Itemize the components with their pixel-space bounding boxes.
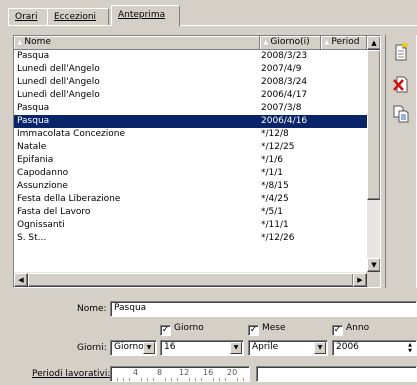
table-header: ▲ Nome ▲ Giorno(i) ▲ Period (14, 36, 367, 50)
vertical-scrollbar[interactable]: ▲ ▼ (367, 36, 380, 272)
table-row[interactable]: Fasta del Lavoro */5/1 (14, 206, 367, 219)
tab-eccezioni[interactable]: Eccezioni (47, 8, 109, 25)
table-body: ▲ Nome ▲ Giorno(i) ▲ Period Pasqua 2008/3/23… (14, 36, 367, 272)
chevron-down-icon[interactable]: ▼ (314, 342, 326, 354)
table-row[interactable]: Festa della Liberazione */4/25 (14, 193, 367, 206)
scroll-up-icon[interactable]: ▲ (367, 36, 380, 50)
scroll-left-icon[interactable]: ◀ (14, 273, 28, 287)
checkbox-checked-icon[interactable]: ✓ (332, 325, 343, 336)
table-row[interactable]: S. St... */12/26 (14, 232, 367, 245)
ruler-mark: 12 (179, 368, 190, 377)
tab-anteprima[interactable]: Anteprima (111, 5, 180, 26)
delete-icon[interactable] (392, 74, 410, 94)
name-label: Nome: (77, 304, 107, 314)
scroll-corner (367, 272, 380, 287)
table-row[interactable]: Ognissanti */11/1 (14, 219, 367, 232)
table-row[interactable]: Capodanno */1/1 (14, 167, 367, 180)
side-toolbar (385, 35, 417, 288)
checkbox-checked-icon[interactable]: ✓ (248, 325, 259, 336)
horizontal-scroll-thumb[interactable] (28, 273, 354, 287)
checkbox-checked-icon[interactable]: ✓ (160, 325, 171, 336)
table-row[interactable]: Lunedì dell'Angelo 2006/4/17 (14, 89, 367, 102)
table-row[interactable]: Epifania */1/6 (14, 154, 367, 167)
scroll-right-icon[interactable]: ▶ (353, 273, 367, 287)
day-select[interactable]: 16 ▼ (160, 340, 244, 356)
table-row[interactable]: Immacolata Concezione */12/8 (14, 128, 367, 141)
check-anno[interactable]: ✓ Anno (332, 323, 369, 336)
sort-arrow-icon: ▲ (263, 38, 269, 46)
tab-orari[interactable]: Orari (8, 8, 48, 25)
table-row[interactable]: Lunedì dell'Angelo 2007/4/9 (14, 63, 367, 76)
new-document-icon[interactable] (392, 42, 410, 62)
vertical-scroll-thumb[interactable] (367, 50, 380, 200)
ruler-mark: 4 (133, 368, 139, 377)
name-field[interactable]: Pasqua (110, 301, 417, 317)
column-header-period[interactable]: ▲ Period (321, 36, 367, 50)
exceptions-table[interactable]: ▲ Nome ▲ Giorno(i) ▲ Period Pasqua 2008/3/23… (13, 35, 381, 288)
days-type-select[interactable]: Giorno ▼ (110, 340, 157, 356)
ruler-mark: 8 (157, 368, 163, 377)
month-select[interactable]: Aprile ▼ (248, 340, 328, 356)
horizontal-scrollbar[interactable]: ◀ ▶ (14, 272, 367, 287)
table-row[interactable]: Assunzione */8/15 (14, 180, 367, 193)
ruler-mark: 16 (203, 368, 214, 377)
workdays-ruler[interactable]: 4 8 12 16 20 (110, 366, 250, 382)
table-row[interactable]: Natale */12/25 (14, 141, 367, 154)
table-row[interactable]: Pasqua 2008/3/23 (14, 50, 367, 63)
column-header-giorno[interactable]: ▲ Giorno(i) (260, 36, 321, 50)
column-header-nome[interactable]: ▲ Nome (14, 36, 260, 50)
year-stepper[interactable]: 2006 ▲ ▼ (332, 340, 417, 356)
scroll-down-icon[interactable]: ▼ (367, 258, 380, 272)
sort-arrow-icon: ▲ (324, 38, 330, 46)
days-label: Giorni: (77, 343, 107, 353)
table-row[interactable]: Pasqua 2007/3/8 (14, 102, 367, 115)
tab-panel-border (8, 25, 417, 26)
duplicate-icon[interactable] (392, 104, 410, 124)
workdays-field[interactable] (256, 366, 417, 382)
table-row-selected[interactable]: Pasqua 2006/4/16 (14, 115, 367, 128)
check-mese[interactable]: ✓ Mese (248, 323, 286, 336)
workdays-label: Periodi lavorativi: (32, 369, 111, 379)
spinner-icon[interactable]: ▲ ▼ (405, 342, 415, 354)
check-giorno[interactable]: ✓ Giorno (160, 323, 204, 336)
ruler-mark: 20 (227, 368, 238, 377)
table-row[interactable]: Lunedì dell'Angelo 2008/3/24 (14, 76, 367, 89)
sort-arrow-icon: ▲ (17, 38, 23, 46)
chevron-down-icon[interactable]: ▼ (230, 342, 242, 354)
chevron-down-icon[interactable]: ▼ (143, 342, 155, 354)
